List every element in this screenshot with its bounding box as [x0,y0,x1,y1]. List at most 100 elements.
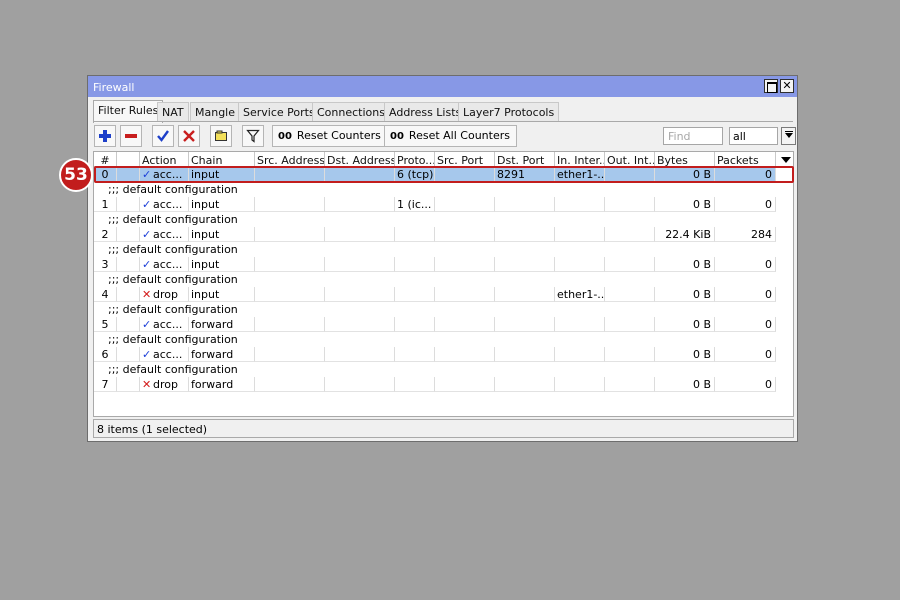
col-bytes[interactable]: Bytes [655,152,715,167]
cell-in-interface [555,317,605,332]
col-out-interface[interactable]: Out. Int... [605,152,655,167]
cell-in-interface [555,197,605,212]
cell-out-interface [605,227,655,242]
cell-action: ✓ acc... [140,167,189,182]
cell-action: ✓ acc... [140,317,189,332]
cell-in-interface [555,227,605,242]
col-number[interactable]: # [94,152,117,167]
maximize-icon[interactable] [764,79,778,93]
cell-flags [117,197,140,212]
col-src-port[interactable]: Src. Port [435,152,495,167]
action-label: acc... [153,228,183,241]
col-dst-port[interactable]: Dst. Port [495,152,555,167]
tab-mangle[interactable]: Mangle [190,102,241,122]
minus-icon [125,134,137,138]
counter-icon: 00 [390,131,404,142]
rule-comment[interactable]: ;;; default configuration [94,212,776,227]
tab-divider [93,121,793,122]
cell-dst-address [325,227,395,242]
cell-src-port [435,377,495,392]
cell-action: ✓ acc... [140,257,189,272]
cell-packets: 0 [715,197,776,212]
filter-select[interactable]: all [729,127,778,145]
tab-layer7-protocols[interactable]: Layer7 Protocols [458,102,560,122]
cell-src-port [435,227,495,242]
table-row[interactable]: 3 ✓ acc... input 0 B0 [94,257,776,272]
col-in-interface[interactable]: In. Inter... [555,152,605,167]
cell-bytes: 22.4 KiB [655,227,715,242]
find-input[interactable] [663,127,723,145]
counter-icon: 00 [278,131,292,142]
reset-all-counters-button[interactable]: 00 Reset All Counters [384,125,517,147]
col-packets[interactable]: Packets [715,152,776,167]
add-button[interactable] [94,125,116,147]
cell-in-interface [555,347,605,362]
cell-flags [117,347,140,362]
check-icon: ✓ [142,318,152,331]
remove-button[interactable] [120,125,142,147]
col-action[interactable]: Action [140,152,189,167]
chevron-down-icon[interactable] [781,127,796,145]
cell-bytes: 0 B [655,317,715,332]
cell-dst-address [325,347,395,362]
reset-counters-button[interactable]: 00 Reset Counters [272,125,388,147]
col-flags[interactable] [117,152,140,167]
cell-bytes: 0 B [655,257,715,272]
firewall-window: Firewall ✕ Filter Rules NAT Mangle Servi… [87,75,798,442]
rule-comment[interactable]: ;;; default configuration [94,242,776,257]
col-chain[interactable]: Chain [189,152,255,167]
col-protocol[interactable]: Proto... [395,152,435,167]
cell-dst-port [495,287,555,302]
cell-dst-port [495,317,555,332]
table-row[interactable]: 5 ✓ acc... forward 0 B0 [94,317,776,332]
cell-packets: 0 [715,377,776,392]
cell-packets: 0 [715,287,776,302]
disable-button[interactable] [178,125,200,147]
cell-out-interface [605,197,655,212]
tab-nat[interactable]: NAT [157,102,189,122]
table-row[interactable]: 1 ✓ acc... input 1 (ic... 0 B0 [94,197,776,212]
rule-comment[interactable]: ;;; default configuration [94,182,776,197]
table-row[interactable]: 7 ✕ drop forward 0 B0 [94,377,776,392]
action-label: acc... [153,168,183,181]
table-row[interactable]: 0 ✓ acc... input 6 (tcp) 8291 ether1-... 0 B0 [94,167,776,182]
cell-number: 2 [94,227,117,242]
comment-button[interactable] [210,125,232,147]
check-icon: ✓ [142,168,152,181]
enable-button[interactable] [152,125,174,147]
cell-dst-port [495,197,555,212]
cell-chain: input [189,197,255,212]
cell-src-address [255,377,325,392]
close-icon[interactable]: ✕ [780,79,794,93]
action-label: drop [153,378,178,391]
cell-src-address [255,287,325,302]
rule-comment[interactable]: ;;; default configuration [94,302,776,317]
cell-src-port [435,317,495,332]
check-icon: ✓ [142,198,152,211]
tab-connections[interactable]: Connections [312,102,390,122]
table-row[interactable]: 4 ✕ drop input ether1-... 0 B0 [94,287,776,302]
cell-action: ✓ acc... [140,227,189,242]
cell-packets: 0 [715,317,776,332]
cell-flags [117,257,140,272]
tab-address-lists[interactable]: Address Lists [384,102,467,122]
col-dst-address[interactable]: Dst. Address [325,152,395,167]
rule-comment[interactable]: ;;; default configuration [94,362,776,377]
check-icon: ✓ [142,258,152,271]
cell-src-address [255,227,325,242]
table-row[interactable]: 6 ✓ acc... forward 0 B0 [94,347,776,362]
cell-dst-address [325,287,395,302]
cell-out-interface [605,317,655,332]
filter-button[interactable] [242,125,264,147]
column-menu-icon[interactable] [776,152,793,167]
tab-service-ports[interactable]: Service Ports [238,102,320,122]
title-bar[interactable]: Firewall ✕ [88,76,797,97]
cell-dst-port: 8291 [495,167,555,182]
rule-comment[interactable]: ;;; default configuration [94,332,776,347]
tab-filter-rules[interactable]: Filter Rules [93,100,164,123]
table-row[interactable]: 2 ✓ acc... input 22.4 KiB 284 [94,227,776,242]
rule-comment[interactable]: ;;; default configuration [94,272,776,287]
col-src-address[interactable]: Src. Address [255,152,325,167]
cell-chain: input [189,257,255,272]
cell-out-interface [605,257,655,272]
